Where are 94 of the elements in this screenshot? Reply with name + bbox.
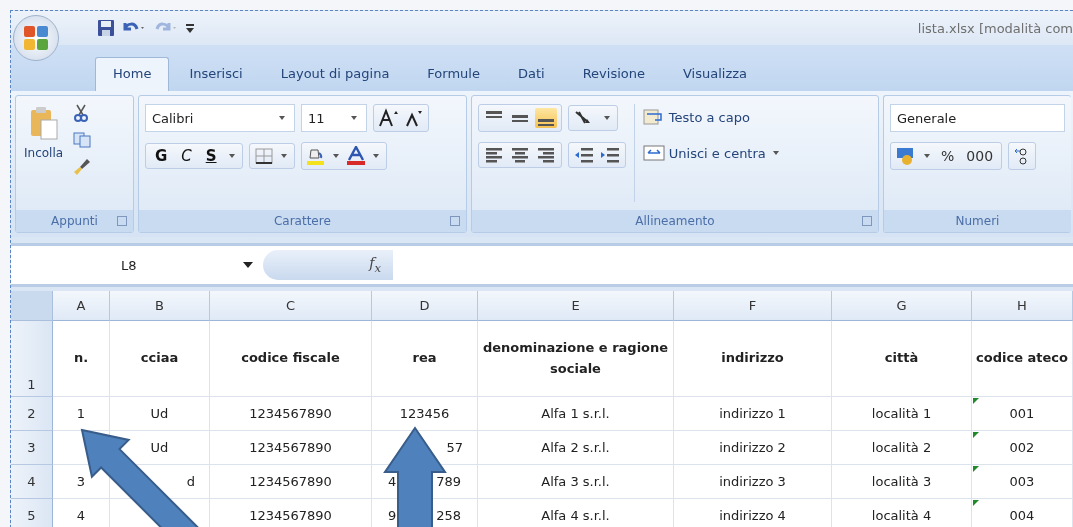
copy-icon[interactable] [73,132,92,148]
paste-button[interactable]: Incolla [22,104,66,202]
group-label: Appunti [51,214,98,228]
table-cell: località 1 [832,397,972,431]
column-header[interactable]: F [674,291,832,321]
ribbon-tab[interactable]: Dati [499,57,563,91]
merge-center-button[interactable]: Unisci e centra [642,140,782,166]
font-name-field[interactable]: Calibri [144,104,295,132]
table-cell: indirizzo 1 [674,397,832,431]
thousands-button[interactable]: 000 [962,148,998,164]
cell-text-fragment: 789 [436,474,462,489]
table-cell: 002 [972,431,1073,465]
table-cell: 004 [972,499,1073,527]
table-header-cell: città [832,321,972,397]
save-icon[interactable] [97,19,115,37]
vertical-align-button[interactable] [534,108,557,128]
cell-text-fragment: d [186,474,195,489]
scissors-icon[interactable] [73,104,90,122]
align-icon [511,115,528,122]
ribbon-tab[interactable]: Revisione [564,57,663,91]
column-header[interactable]: C [210,291,372,321]
group-label: Carattere [273,214,331,228]
ribbon-tab[interactable]: Layout di pagina [262,57,408,91]
brush-icon[interactable] [73,158,92,176]
wrap-text-button[interactable]: Testo a capo [642,104,782,130]
row-header[interactable]: 3 [11,431,53,465]
group-label: Numeri [955,214,1000,228]
table-cell: indirizzo 4 [674,499,832,527]
table-cell: Ud [110,397,210,431]
font-style-button[interactable]: G [149,147,173,165]
table-header-cell: rea [372,321,478,397]
shrink-font-icon[interactable] [403,108,424,128]
column-header[interactable]: G [832,291,972,321]
table-cell: indirizzo 2 [674,431,832,465]
table-cell: località 4 [832,499,972,527]
table-cell: indirizzo 3 [674,465,832,499]
table-cell: Alfa 3 s.r.l. [478,465,674,499]
column-header[interactable]: H [972,291,1073,321]
customize-icon[interactable] [185,21,195,35]
table-header-cell: codice ateco [972,321,1073,397]
grow-font-icon[interactable] [377,108,400,128]
table-cell: 1234567890 [210,465,372,499]
number-format-field[interactable]: Generale [890,104,1065,132]
table-cell: Alfa 4 s.r.l. [478,499,674,527]
office-button[interactable] [13,15,59,61]
group-label: Allineamento [635,214,715,228]
row-header[interactable]: 2 [11,397,53,431]
name-box[interactable]: L8 [11,257,263,273]
ribbon-tab[interactable]: Visualizza [664,57,765,91]
table-header-cell: indirizzo [674,321,832,397]
align-icon [485,111,502,118]
wrap-text-icon [642,108,665,126]
column-header[interactable]: A [53,291,110,321]
cell-text-fragment: 258 [436,508,462,523]
cell-text-fragment: 57 [446,440,463,455]
window-title: lista.xlsx [modalità com [917,20,1073,36]
font-style-button[interactable]: C [176,147,197,165]
ribbon-tab[interactable]: Inserisci [171,57,261,91]
align-icon [537,119,554,126]
column-header[interactable]: D [372,291,478,321]
table-cell: località 3 [832,465,972,499]
table-header-cell: codice fiscale [210,321,372,397]
percent-button[interactable]: % [937,148,959,164]
table-cell: 1234567890 [210,499,372,527]
borders-icon[interactable] [253,147,274,165]
table-cell: 1234567890 [210,431,372,465]
row-header[interactable]: 5 [11,499,53,527]
font-color-icon[interactable] [345,146,366,166]
merge-cells-icon [642,144,665,162]
column-header[interactable]: B [110,291,210,321]
fill-color-icon[interactable] [305,146,326,166]
table-cell: 003 [972,465,1073,499]
table-cell: 001 [972,397,1073,431]
table-cell: Alfa 1 s.r.l. [478,397,674,431]
clipboard-icon [28,106,59,140]
function-button[interactable]: f$_{x}$ [263,250,393,280]
table-cell: 1234567890 [210,397,372,431]
row-header[interactable]: 1 [11,321,53,397]
table-cell: 4 [53,499,110,527]
increase-indent-icon[interactable] [598,146,621,164]
table-cell: località 2 [832,431,972,465]
table-header-cell: denominazione e ragione sociale [478,321,674,397]
table-cell: Alfa 2 s.r.l. [478,431,674,465]
row-header[interactable]: 4 [11,465,53,499]
table-header-cell: cciaa [110,321,210,397]
cell-text-fragment: 9 [387,508,397,523]
column-header[interactable]: E [478,291,674,321]
ribbon-tab[interactable]: Home [95,57,170,91]
font-style-button[interactable]: S [200,147,222,165]
table-header-cell: n. [53,321,110,397]
logo-icon [21,23,51,53]
font-size-field[interactable]: 11 [300,104,367,132]
cell-text-fragment: 4 [387,474,397,489]
ribbon-tab[interactable]: Formule [409,57,498,91]
